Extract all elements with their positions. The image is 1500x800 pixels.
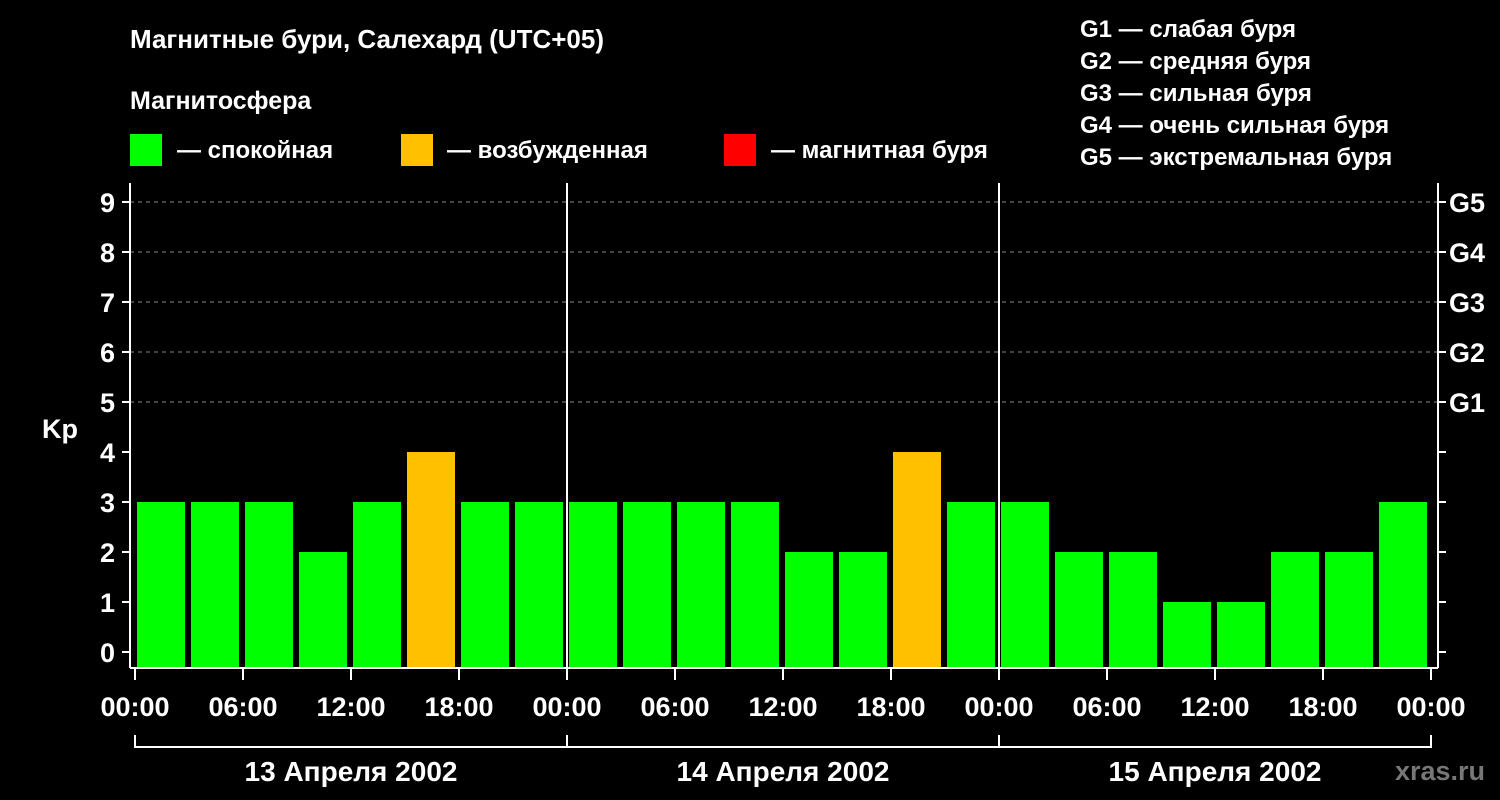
legend-label-active: — возбужденная	[447, 137, 648, 164]
day-label-1: 14 Апреля 2002	[677, 756, 890, 787]
right-tick-label-G2: G2	[1449, 338, 1485, 368]
chart-title: Магнитные бури, Салехард (UTC+05)	[130, 24, 604, 54]
y-tick-label-7: 7	[100, 288, 115, 318]
x-tick-label-6: 12:00	[748, 692, 817, 722]
bar-21	[1271, 552, 1319, 668]
bar-16	[1001, 502, 1049, 668]
bar-10	[677, 502, 725, 668]
y-tick-label-3: 3	[100, 488, 115, 518]
x-tick-label-9: 06:00	[1072, 692, 1141, 722]
day-label-0: 13 Апреля 2002	[245, 756, 458, 787]
bar-0	[137, 502, 185, 668]
y-tick-label-0: 0	[100, 638, 115, 668]
y-tick-label-6: 6	[100, 338, 115, 368]
bar-3	[299, 552, 347, 668]
legend-swatch-storm	[724, 134, 756, 166]
bar-7	[515, 502, 563, 668]
y-tick-label-9: 9	[100, 188, 115, 218]
storm-scale-g5: G5 — экстремальная буря	[1080, 144, 1392, 171]
bar-2	[245, 502, 293, 668]
legend-heading: Магнитосфера	[130, 87, 312, 115]
y-tick-label-1: 1	[100, 588, 115, 618]
kp-chart: Магнитные бури, Салехард (UTC+05) Магнит…	[42, 16, 1485, 787]
x-tick-label-3: 18:00	[424, 692, 493, 722]
right-tick-label-G5: G5	[1449, 188, 1485, 218]
bar-8	[569, 502, 617, 668]
bar-19	[1163, 602, 1211, 668]
bar-17	[1055, 552, 1103, 668]
x-tick-label-11: 18:00	[1288, 692, 1357, 722]
bar-20	[1217, 602, 1265, 668]
bar-13	[839, 552, 887, 668]
storm-scale-g4: G4 — очень сильная буря	[1080, 112, 1389, 139]
y-tick-label-8: 8	[100, 238, 115, 268]
right-tick-label-G4: G4	[1449, 238, 1485, 268]
x-tick-label-7: 18:00	[856, 692, 925, 722]
storm-scale-g2: G2 — средняя буря	[1080, 48, 1311, 75]
bar-12	[785, 552, 833, 668]
watermark: xras.ru	[1395, 756, 1485, 786]
bar-1	[191, 502, 239, 668]
storm-scale-g1: G1 — слабая буря	[1080, 16, 1296, 43]
day-label-2: 15 Апреля 2002	[1109, 756, 1322, 787]
bar-22	[1325, 552, 1373, 668]
x-tick-label-10: 12:00	[1180, 692, 1249, 722]
x-tick-label-0: 00:00	[100, 692, 169, 722]
x-tick-label-12: 00:00	[1396, 692, 1465, 722]
bar-14	[893, 452, 941, 668]
y-tick-label-4: 4	[100, 438, 115, 468]
y-axis-label: Kp	[42, 414, 78, 444]
legend-label-quiet: — спокойная	[177, 137, 333, 164]
x-tick-label-8: 00:00	[964, 692, 1033, 722]
x-tick-label-2: 12:00	[316, 692, 385, 722]
bar-15	[947, 502, 995, 668]
storm-scale-g3: G3 — сильная буря	[1080, 80, 1312, 107]
right-tick-label-G1: G1	[1449, 388, 1485, 418]
bar-11	[731, 502, 779, 668]
x-tick-label-1: 06:00	[208, 692, 277, 722]
bar-4	[353, 502, 401, 668]
legend-swatch-quiet	[130, 134, 162, 166]
bar-18	[1109, 552, 1157, 668]
y-tick-label-5: 5	[100, 388, 115, 418]
bar-6	[461, 502, 509, 668]
bar-23	[1379, 502, 1427, 668]
x-tick-label-4: 00:00	[532, 692, 601, 722]
right-tick-label-G3: G3	[1449, 288, 1485, 318]
x-tick-label-5: 06:00	[640, 692, 709, 722]
plot-area: 0 1 2 3 4 5 6 7 8 9 G1 G2 G3 G4 G5 00:00 06:00 12:00 18:00…	[100, 183, 1485, 787]
y-tick-label-2: 2	[100, 538, 115, 568]
bar-5	[407, 452, 455, 668]
legend-swatch-active	[401, 134, 433, 166]
bar-9	[623, 502, 671, 668]
legend-label-storm: — магнитная буря	[771, 137, 988, 164]
